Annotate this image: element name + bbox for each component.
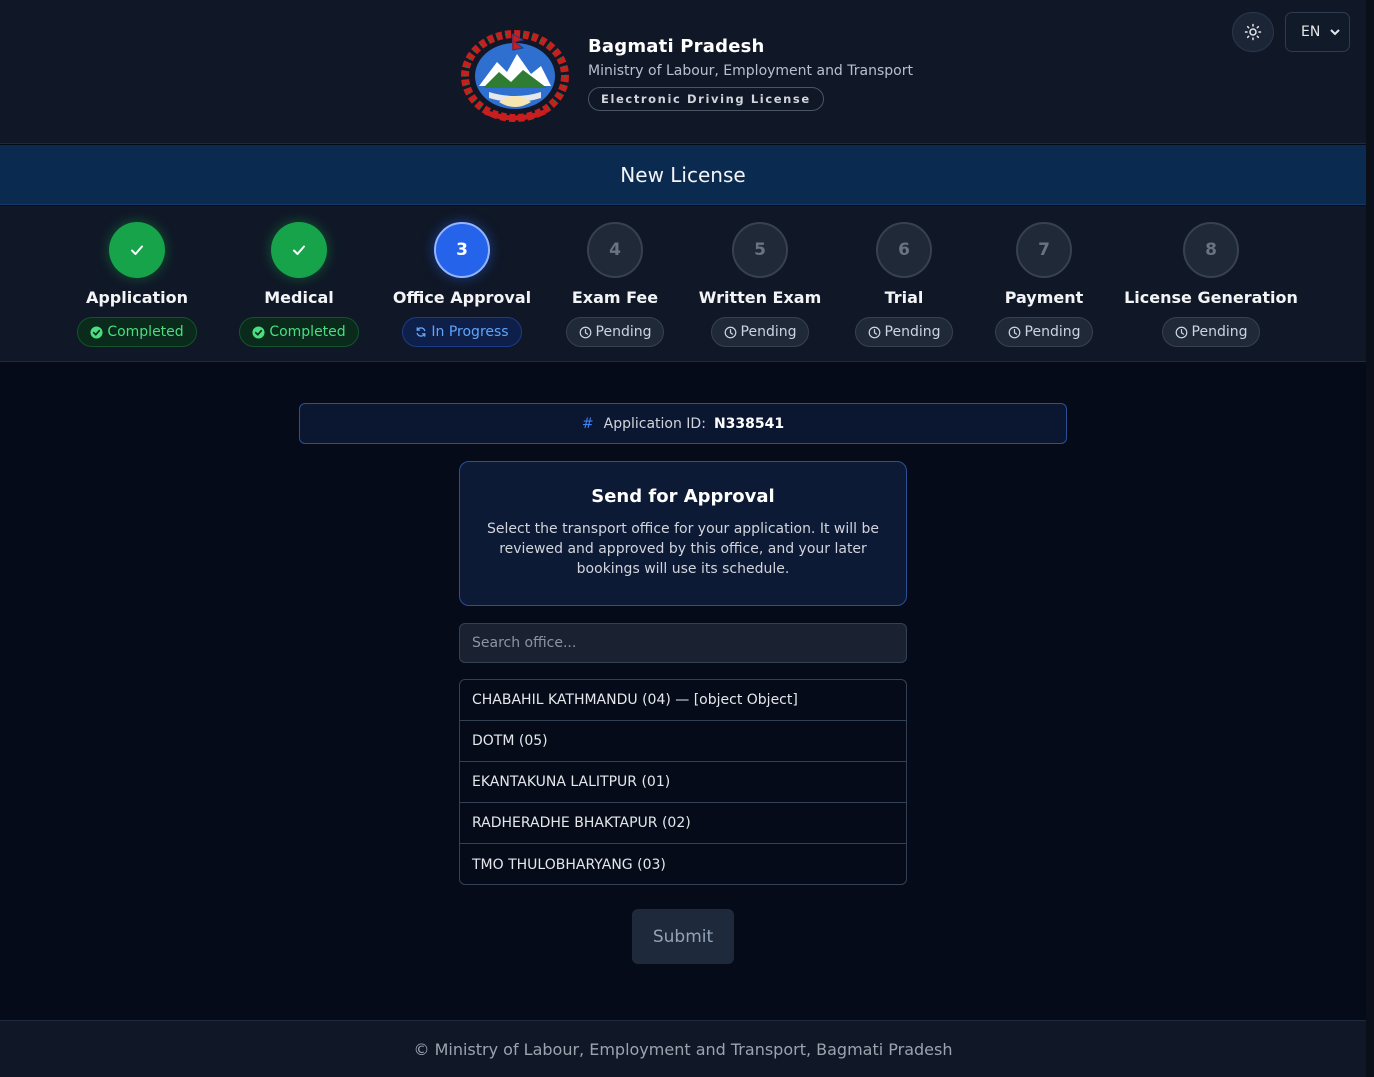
- status-badge: In Progress: [402, 317, 522, 347]
- step-label: Office Approval: [392, 288, 532, 307]
- brand-subtitle: Ministry of Labour, Employment and Trans…: [588, 63, 913, 79]
- hash-icon: #: [581, 415, 594, 432]
- check-circle-icon: [252, 325, 265, 339]
- nepal-emblem-icon: [461, 30, 569, 122]
- check-icon: [131, 245, 143, 255]
- product-pill: Electronic Driving License: [588, 87, 824, 111]
- scrollbar[interactable]: [1366, 0, 1374, 1077]
- status-badge: Completed: [77, 317, 197, 347]
- office-search-input[interactable]: [459, 623, 907, 663]
- status-text: Pending: [1191, 324, 1248, 340]
- theme-toggle-button[interactable]: [1232, 12, 1274, 52]
- sun-icon: [1244, 23, 1262, 41]
- clock-icon: [579, 326, 591, 338]
- status-text: Completed: [269, 324, 346, 340]
- approval-card: Send for Approval Select the transport o…: [459, 461, 907, 606]
- step-label: Payment: [1004, 288, 1084, 307]
- step-label: Trial: [884, 288, 924, 307]
- status-badge: Pending: [1161, 317, 1261, 347]
- step-circle: 7: [1016, 222, 1072, 278]
- brand: Bagmati Pradesh Ministry of Labour, Empl…: [588, 36, 913, 111]
- step-1: Application Completed: [47, 222, 227, 347]
- clock-icon: [1175, 326, 1187, 338]
- status-text: Pending: [1024, 324, 1081, 340]
- status-badge: Pending: [565, 317, 665, 347]
- office-item[interactable]: RADHERADHE BHAKTAPUR (02): [460, 803, 906, 844]
- language-value: EN: [1301, 24, 1321, 40]
- office-item[interactable]: DOTM (05): [460, 721, 906, 762]
- step-8: 8 License Generation Pending: [1121, 222, 1301, 347]
- application-id-bar: # Application ID: N338541: [299, 403, 1067, 444]
- status-text: Pending: [884, 324, 941, 340]
- clock-icon: [1008, 326, 1020, 338]
- status-badge: Pending: [994, 317, 1094, 347]
- status-badge: Pending: [854, 317, 954, 347]
- clock-icon: [868, 326, 880, 338]
- submit-button[interactable]: Submit: [632, 909, 734, 964]
- status-text: Pending: [595, 324, 652, 340]
- page-title: New License: [620, 162, 746, 187]
- office-item[interactable]: TMO THULOBHARYANG (03): [460, 844, 906, 884]
- page: Bagmati Pradesh Ministry of Labour, Empl…: [0, 0, 1366, 1077]
- clock-icon: [724, 326, 736, 338]
- status-text: Completed: [107, 324, 184, 340]
- step-circle: [109, 222, 165, 278]
- step-label: Application: [85, 288, 189, 307]
- step-circle: 4: [587, 222, 643, 278]
- check-icon: [293, 245, 305, 255]
- chevron-down-icon: [1330, 29, 1340, 36]
- step-label: Exam Fee: [571, 288, 659, 307]
- office-list: CHABAHIL KATHMANDU (04) — [object Object…: [459, 679, 907, 885]
- step-circle: 5: [732, 222, 788, 278]
- step-label: License Generation: [1124, 288, 1298, 307]
- approval-title: Send for Approval: [591, 486, 775, 507]
- application-id-label: Application ID:: [603, 415, 706, 432]
- status-text: Pending: [740, 324, 797, 340]
- step-label: Medical: [264, 288, 334, 307]
- language-select[interactable]: EN: [1285, 12, 1350, 52]
- footer-text: © Ministry of Labour, Employment and Tra…: [413, 1039, 953, 1059]
- step-2: Medical Completed: [209, 222, 389, 347]
- status-text: In Progress: [431, 324, 509, 340]
- office-item[interactable]: CHABAHIL KATHMANDU (04) — [object Object…: [460, 680, 906, 721]
- refresh-icon: [416, 327, 426, 337]
- brand-title: Bagmati Pradesh: [588, 36, 765, 57]
- approval-description: Select the transport office for your app…: [487, 521, 879, 577]
- status-badge: Completed: [239, 317, 359, 347]
- footer: © Ministry of Labour, Employment and Tra…: [0, 1020, 1366, 1077]
- application-id-value: N338541: [713, 415, 785, 432]
- page-banner: New License: [0, 145, 1366, 205]
- office-item[interactable]: EKANTAKUNA LALITPUR (01): [460, 762, 906, 803]
- step-7: 7 Payment Pending: [954, 222, 1134, 347]
- check-circle-icon: [90, 325, 103, 339]
- step-circle: 6: [876, 222, 932, 278]
- step-circle: 3: [434, 222, 490, 278]
- status-badge: Pending: [710, 317, 810, 347]
- progress-stepper: Application Completed Medical Completed 3 Off…: [0, 206, 1366, 362]
- step-label: Written Exam: [698, 288, 822, 307]
- step-circle: [271, 222, 327, 278]
- step-circle: 8: [1183, 222, 1239, 278]
- header: Bagmati Pradesh Ministry of Labour, Empl…: [0, 0, 1366, 144]
